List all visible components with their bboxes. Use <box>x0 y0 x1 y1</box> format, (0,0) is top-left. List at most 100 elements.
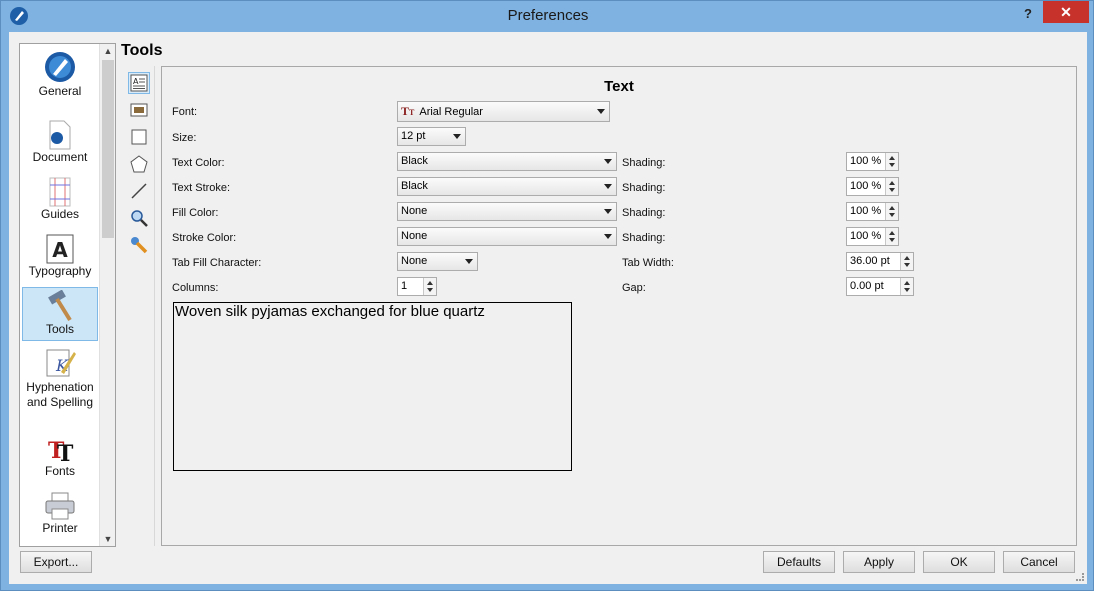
font-label: Font: <box>172 106 198 118</box>
sidebar-item-label: Document <box>32 150 88 164</box>
image-frame-tool-icon[interactable] <box>128 99 150 121</box>
zoom-tool-icon[interactable] <box>128 207 150 229</box>
text-frame-tool-icon[interactable]: A <box>128 72 150 94</box>
stroke-color-value: None <box>401 230 428 242</box>
text-stroke-dropdown[interactable]: Black <box>397 177 617 196</box>
spin-up-icon[interactable] <box>427 281 433 285</box>
sidebar-item-label: Tools <box>45 322 74 336</box>
tab-width-spinbox[interactable]: 36.00 pt <box>846 252 914 271</box>
tool-strip-divider <box>154 66 155 546</box>
spin-down-icon[interactable] <box>889 213 895 217</box>
spin-up-icon[interactable] <box>889 206 895 210</box>
spin-buttons[interactable] <box>885 178 898 195</box>
sidebar-item-general[interactable]: General <box>22 50 98 106</box>
spin-buttons[interactable] <box>885 153 898 170</box>
text-color-label: Text Color: <box>172 157 225 169</box>
sidebar-item-label: General <box>38 84 82 98</box>
guides-icon <box>49 177 71 207</box>
chevron-down-icon <box>465 259 473 264</box>
ok-button[interactable]: OK <box>923 551 995 573</box>
dialog-body: General Document Guides A Typography Too… <box>9 32 1087 584</box>
category-sidebar[interactable]: General Document Guides A Typography Too… <box>19 43 116 547</box>
spin-down-icon[interactable] <box>904 263 910 267</box>
text-preview-box: Woven silk pyjamas exchanged for blue qu… <box>173 302 572 471</box>
fill-color-dropdown[interactable]: None <box>397 202 617 221</box>
resize-grip-icon[interactable] <box>1076 573 1084 581</box>
spin-buttons[interactable] <box>900 253 913 270</box>
sidebar-item-hyphenation[interactable]: K Hyphenation and Spelling <box>22 346 98 424</box>
tool-strip: A <box>126 70 154 254</box>
fonts-icon: T T <box>48 438 74 464</box>
preferences-window: Preferences ? ✕ General Document Guides … <box>0 0 1094 591</box>
font-value: Arial Regular <box>419 106 483 118</box>
gap-spinbox[interactable]: 0.00 pt <box>846 277 914 296</box>
spin-up-icon[interactable] <box>889 181 895 185</box>
window-title: Preferences <box>507 7 589 24</box>
scroll-down-icon[interactable]: ▼ <box>100 532 115 546</box>
spin-buttons[interactable] <box>885 203 898 220</box>
spin-up-icon[interactable] <box>904 281 910 285</box>
spin-down-icon[interactable] <box>427 288 433 292</box>
fill-color-value: None <box>401 205 428 217</box>
stroke-color-label: Stroke Color: <box>172 232 237 244</box>
cancel-button[interactable]: Cancel <box>1003 551 1075 573</box>
apply-button[interactable]: Apply <box>843 551 915 573</box>
sidebar-scrollbar[interactable]: ▲ ▼ <box>99 44 115 546</box>
spin-down-icon[interactable] <box>889 163 895 167</box>
spin-down-icon[interactable] <box>889 238 895 242</box>
sidebar-item-tools[interactable]: Tools <box>22 287 98 341</box>
shape-tool-icon[interactable] <box>128 126 150 148</box>
spin-up-icon[interactable] <box>889 156 895 160</box>
text-color-dropdown[interactable]: Black <box>397 152 617 171</box>
spin-buttons[interactable] <box>423 278 436 295</box>
fill-color-label: Fill Color: <box>172 207 219 219</box>
close-button[interactable]: ✕ <box>1043 1 1089 23</box>
line-tool-icon[interactable] <box>128 180 150 202</box>
text-stroke-label: Text Stroke: <box>172 182 231 194</box>
defaults-button[interactable]: Defaults <box>763 551 835 573</box>
size-dropdown[interactable]: 12 pt <box>397 127 466 146</box>
size-value: 12 pt <box>401 130 426 142</box>
export-button[interactable]: Export... <box>20 551 92 573</box>
chevron-down-icon <box>604 184 612 189</box>
text-stroke-shading-spinbox[interactable]: 100 % <box>846 177 899 196</box>
preview-text: Woven silk pyjamas exchanged for blue qu… <box>175 303 485 320</box>
text-stroke-value: Black <box>401 180 428 192</box>
tab-fill-character-dropdown[interactable]: None <box>397 252 478 271</box>
sidebar-item-fonts[interactable]: T T Fonts <box>22 434 98 482</box>
text-color-shading-spinbox[interactable]: 100 % <box>846 152 899 171</box>
spin-buttons[interactable] <box>900 278 913 295</box>
spin-down-icon[interactable] <box>904 288 910 292</box>
sidebar-item-document[interactable]: Document <box>22 120 98 168</box>
help-button[interactable]: ? <box>1017 4 1039 24</box>
fill-color-shading-spinbox[interactable]: 100 % <box>846 202 899 221</box>
stroke-color-shading-spinbox[interactable]: 100 % <box>846 227 899 246</box>
size-label: Size: <box>172 132 197 144</box>
chevron-down-icon <box>604 209 612 214</box>
columns-value: 1 <box>401 280 408 292</box>
miscellaneous-tool-icon[interactable] <box>128 234 150 256</box>
svg-text:A: A <box>52 238 68 262</box>
sidebar-item-printer[interactable]: Printer <box>22 491 98 539</box>
spin-up-icon[interactable] <box>904 256 910 260</box>
pen-nib-icon <box>45 52 75 82</box>
document-icon <box>49 120 71 150</box>
spin-down-icon[interactable] <box>889 188 895 192</box>
printer-icon <box>45 492 75 520</box>
spin-buttons[interactable] <box>885 228 898 245</box>
tab-width-value: 36.00 pt <box>850 255 890 267</box>
title-bar[interactable]: Preferences ? ✕ <box>1 1 1094 32</box>
font-dropdown[interactable]: TT Arial Regular <box>397 101 610 122</box>
scroll-up-icon[interactable]: ▲ <box>100 44 115 58</box>
scrollbar-thumb[interactable] <box>102 60 114 238</box>
sidebar-item-label: Guides <box>40 207 80 221</box>
sidebar-item-typography[interactable]: A Typography <box>22 234 98 282</box>
stroke-color-dropdown[interactable]: None <box>397 227 617 246</box>
fill-color-shading-label: Shading: <box>622 207 666 219</box>
polygon-tool-icon[interactable] <box>128 153 150 175</box>
fill-color-shading-value: 100 % <box>850 205 882 217</box>
columns-spinbox[interactable]: 1 <box>397 277 437 296</box>
spin-up-icon[interactable] <box>889 231 895 235</box>
tab-fill-character-value: None <box>401 255 428 267</box>
sidebar-item-guides[interactable]: Guides <box>22 177 98 225</box>
